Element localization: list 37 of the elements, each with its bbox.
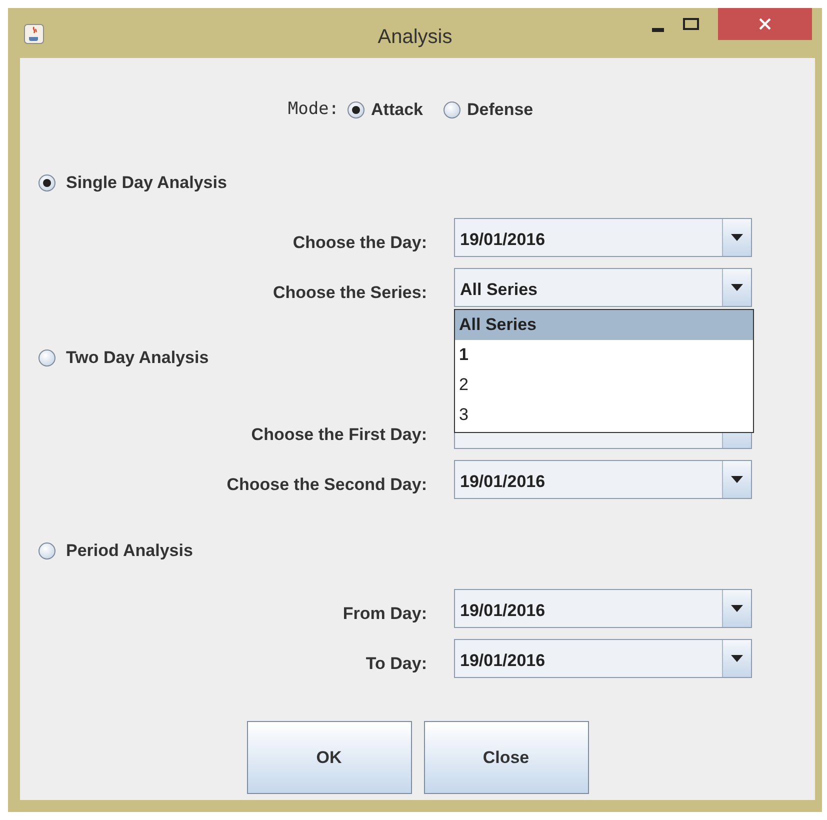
caret-icon xyxy=(731,234,743,241)
dialog-button[interactable]: OK xyxy=(246,721,412,794)
dialog-button[interactable]: Close xyxy=(424,721,588,794)
caret-icon xyxy=(731,476,743,483)
maximize-icon[interactable] xyxy=(683,18,699,30)
dropdown-option[interactable]: 3 xyxy=(455,400,753,430)
dropdown-field[interactable]: 19/01/2016 xyxy=(454,639,752,678)
java-cup-icon xyxy=(24,24,44,44)
dropdown-option[interactable]: 2 xyxy=(455,370,753,400)
close-icon xyxy=(759,18,771,30)
window-title: Analysis xyxy=(376,25,454,50)
radio-label[interactable]: Two Day Analysis xyxy=(66,345,209,371)
mode-label: Mode: xyxy=(288,98,340,122)
caret-icon xyxy=(731,605,743,612)
dropdown-option[interactable]: All Series xyxy=(455,310,753,340)
dropdown-field[interactable]: 19/01/2016 xyxy=(454,218,752,257)
dropdown-field[interactable]: 19/01/2016 xyxy=(454,589,752,628)
radio-button[interactable] xyxy=(38,174,56,192)
radio-button[interactable] xyxy=(443,101,461,119)
caret-icon xyxy=(731,284,743,291)
radio-button[interactable] xyxy=(38,542,56,560)
radio-button[interactable] xyxy=(38,349,56,367)
radio-label[interactable]: Defense xyxy=(467,97,534,123)
radio-button[interactable] xyxy=(347,101,366,119)
field-label: Choose the First Day: xyxy=(250,424,427,446)
dropdown-field[interactable]: 19/01/2016 xyxy=(454,460,752,499)
radio-label[interactable]: Period Analysis xyxy=(66,538,193,564)
radio-label[interactable]: Single Day Analysis xyxy=(66,170,227,196)
close-button[interactable] xyxy=(718,8,812,40)
field-label: Choose the Second Day: xyxy=(226,474,427,496)
radio-label[interactable]: Attack xyxy=(371,97,423,123)
field-label: From Day: xyxy=(342,602,427,625)
field-label: Choose the Series: xyxy=(272,282,427,304)
caret-icon xyxy=(731,655,743,662)
dropdown-option[interactable]: 1 xyxy=(455,340,753,370)
field-label: To Day: xyxy=(364,652,427,675)
field-label: Choose the Day: xyxy=(292,232,427,254)
